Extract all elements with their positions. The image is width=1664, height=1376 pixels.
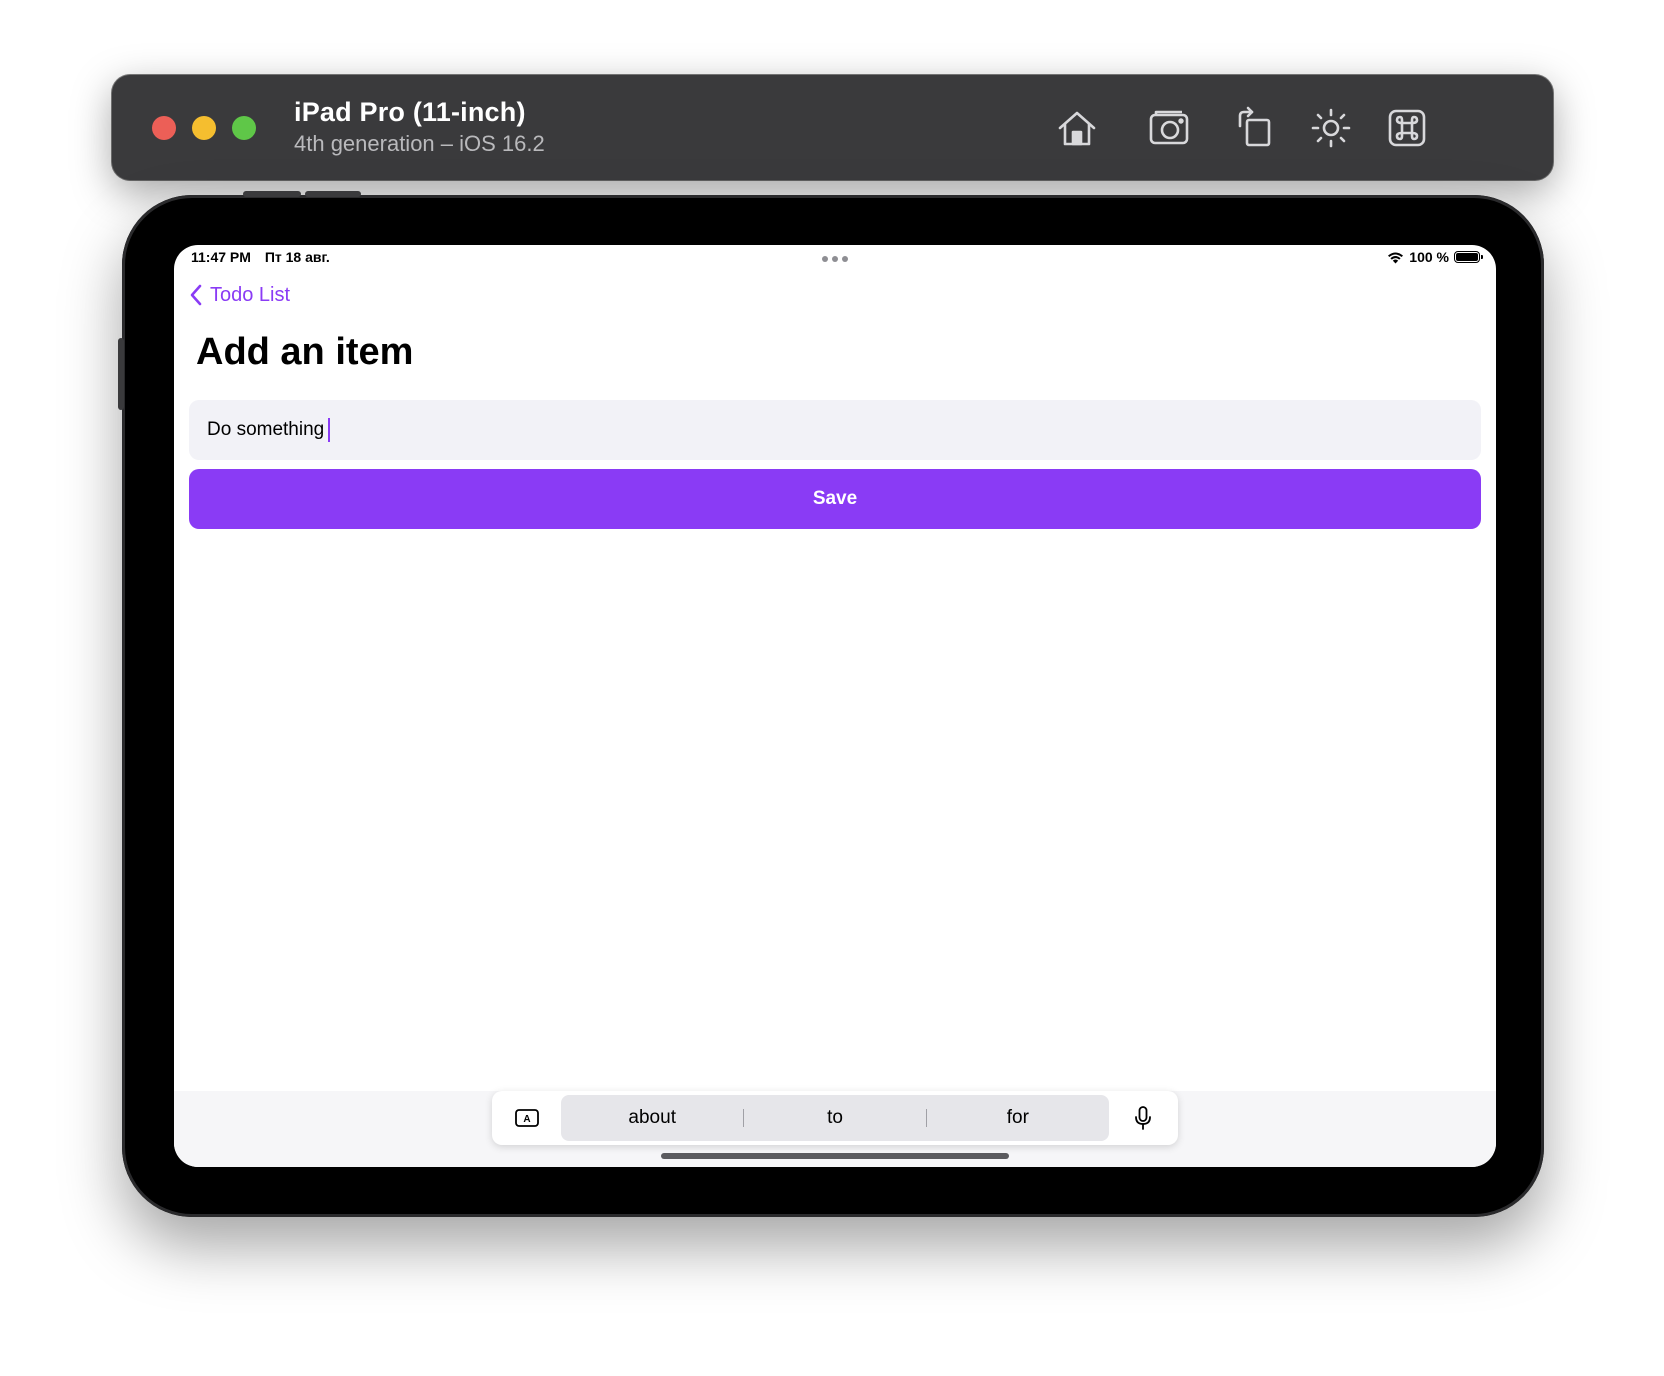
appearance-icon — [1311, 108, 1351, 148]
status-date: Пт 18 авг. — [264, 249, 330, 265]
suggestion-3[interactable]: for — [927, 1107, 1109, 1129]
suggestion-2[interactable]: to — [744, 1107, 926, 1129]
rotate-button[interactable] — [1229, 103, 1279, 153]
predictive-suggestions: about to for — [561, 1095, 1109, 1141]
chevron-left-icon — [190, 284, 202, 306]
simulator-toolbar: iPad Pro (11-inch) 4th generation – iOS … — [112, 75, 1553, 180]
save-button-label: Save — [812, 488, 858, 509]
volume-down-button — [305, 191, 361, 197]
item-text-value: Do something — [207, 419, 325, 440]
back-button[interactable]: Todo List — [188, 283, 290, 307]
multitasking-dots-icon[interactable] — [822, 256, 848, 262]
keyboard-shortcut-bar: A about to for — [492, 1091, 1178, 1145]
device-name: iPad Pro (11-inch) — [294, 97, 526, 127]
status-time: 11:47 PM — [191, 249, 251, 265]
screenshot-button[interactable] — [1145, 103, 1195, 153]
close-window-button[interactable] — [152, 116, 176, 140]
device-detail: 4th generation – iOS 16.2 — [294, 131, 545, 156]
dictation-button[interactable] — [1109, 1091, 1178, 1145]
home-button[interactable] — [1052, 103, 1102, 153]
minimize-window-button[interactable] — [192, 116, 216, 140]
zoom-window-button[interactable] — [232, 116, 256, 140]
command-icon — [1388, 109, 1426, 147]
save-button[interactable]: Save — [189, 469, 1481, 529]
microphone-icon — [1135, 1106, 1152, 1130]
volume-up-button — [243, 191, 301, 197]
keyboard-toggle-button[interactable]: A — [492, 1091, 561, 1145]
status-bar-right: 100 % — [1387, 249, 1483, 265]
suggestion-1[interactable]: about — [561, 1107, 743, 1129]
home-indicator[interactable] — [661, 1153, 1009, 1159]
text-caret — [328, 418, 331, 442]
item-text-field[interactable]: Do something — [189, 400, 1481, 460]
battery-icon — [1454, 251, 1483, 263]
status-bar-left: 11:47 PM Пт 18 авг. — [191, 249, 330, 265]
command-button[interactable] — [1382, 103, 1432, 153]
rotate-icon — [1238, 106, 1271, 147]
back-button-label: Todo List — [210, 283, 291, 306]
page-title: Add an item — [196, 331, 414, 373]
screenshot-icon — [1149, 110, 1189, 145]
svg-text:A: A — [523, 1114, 530, 1125]
side-button — [118, 338, 124, 410]
home-icon — [1058, 111, 1096, 146]
keyboard-a-icon: A — [514, 1109, 539, 1127]
wifi-icon — [1388, 252, 1404, 263]
battery-percentage: 100 % — [1409, 249, 1449, 265]
appearance-button[interactable] — [1306, 103, 1356, 153]
ipad-screen: 11:47 PM Пт 18 авг. 100 % Todo List Add … — [174, 245, 1496, 1167]
